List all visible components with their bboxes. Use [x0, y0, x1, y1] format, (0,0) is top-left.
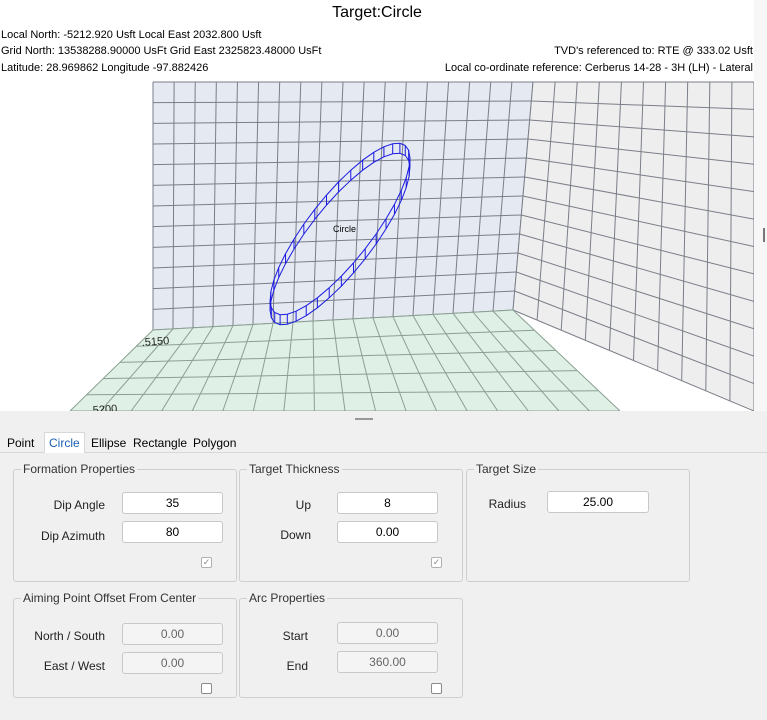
- arc-checkbox[interactable]: [431, 683, 442, 694]
- target-type-tabs: Point Circle Ellipse Rectangle Polygon: [0, 431, 767, 454]
- down-label: Down: [280, 528, 311, 542]
- tab-ellipse[interactable]: Ellipse: [87, 433, 130, 453]
- arc-start-field[interactable]: 0.00: [337, 622, 438, 644]
- splitter-grip[interactable]: [355, 418, 373, 420]
- target-title: Target:Circle: [332, 4, 422, 21]
- target-label: Circle: [333, 224, 356, 234]
- arc-properties-title: Arc Properties: [247, 591, 328, 605]
- aiming-point-group: Aiming Point Offset From Center North / …: [13, 591, 237, 698]
- arc-start-label: Start: [282, 629, 308, 643]
- up-field[interactable]: 8: [337, 492, 438, 514]
- tvd-reference-text: TVD's referenced to: RTE @ 333.02 Usft: [554, 45, 753, 57]
- axis-tick-label: .5200: [89, 403, 117, 411]
- dip-angle-label: Dip Angle: [53, 498, 105, 512]
- aiming-checkbox[interactable]: [201, 683, 212, 694]
- formation-properties-title: Formation Properties: [21, 462, 138, 476]
- 3d-viewport[interactable]: .5150 .5200 Circle Target:Circle Local Nor…: [0, 0, 767, 411]
- dip-azimuth-field[interactable]: 80: [122, 521, 223, 543]
- viewport-scrollbar[interactable]: [754, 0, 767, 411]
- east-west-label: East / West: [43, 659, 105, 673]
- tab-rectangle[interactable]: Rectangle: [129, 433, 191, 453]
- axis-tick-label: .5150: [141, 335, 169, 349]
- panel-splitter[interactable]: [0, 411, 767, 431]
- radius-field[interactable]: 25.00: [547, 491, 649, 513]
- north-south-field[interactable]: 0.00: [122, 623, 223, 645]
- tab-circle[interactable]: Circle: [44, 432, 85, 454]
- arc-end-label: End: [286, 659, 308, 673]
- dip-angle-field[interactable]: 35: [122, 492, 223, 514]
- north-south-label: North / South: [34, 629, 105, 643]
- latitude-longitude-text: Latitude: 28.969862 Longitude -97.882426: [1, 62, 209, 74]
- thickness-checkbox[interactable]: ✓: [431, 557, 442, 568]
- target-size-group: Target Size Radius 25.00: [466, 462, 690, 582]
- arc-properties-group: Arc Properties Start 0.00 End 360.00: [239, 591, 463, 698]
- formation-properties-group: Formation Properties Dip Angle 35 Dip Az…: [13, 462, 237, 582]
- down-field[interactable]: 0.00: [337, 521, 438, 543]
- dip-azimuth-label: Dip Azimuth: [40, 529, 105, 543]
- up-label: Up: [295, 498, 311, 512]
- target-thickness-group: Target Thickness Up 8 Down 0.00 ✓: [239, 462, 463, 582]
- grid-coordinates-text: Grid North: 13538288.90000 UsFt Grid Eas…: [1, 45, 322, 57]
- formation-checkbox[interactable]: ✓: [201, 557, 212, 568]
- tab-polygon[interactable]: Polygon: [189, 433, 240, 453]
- east-west-field[interactable]: 0.00: [122, 652, 223, 674]
- aiming-point-title: Aiming Point Offset From Center: [21, 591, 199, 605]
- target-size-title: Target Size: [474, 462, 539, 476]
- tab-point[interactable]: Point: [3, 433, 38, 453]
- target-properties-panel: Formation Properties Dip Angle 35 Dip Az…: [0, 453, 767, 720]
- radius-label: Radius: [488, 497, 526, 511]
- local-reference-text: Local co-ordinate reference: Cerberus 14…: [444, 62, 753, 74]
- arc-end-field[interactable]: 360.00: [337, 651, 438, 673]
- local-coordinates-text: Local North: -5212.920 Usft Local East 2…: [1, 29, 262, 41]
- scrollbar-grip[interactable]: [763, 228, 765, 242]
- target-thickness-title: Target Thickness: [247, 462, 342, 476]
